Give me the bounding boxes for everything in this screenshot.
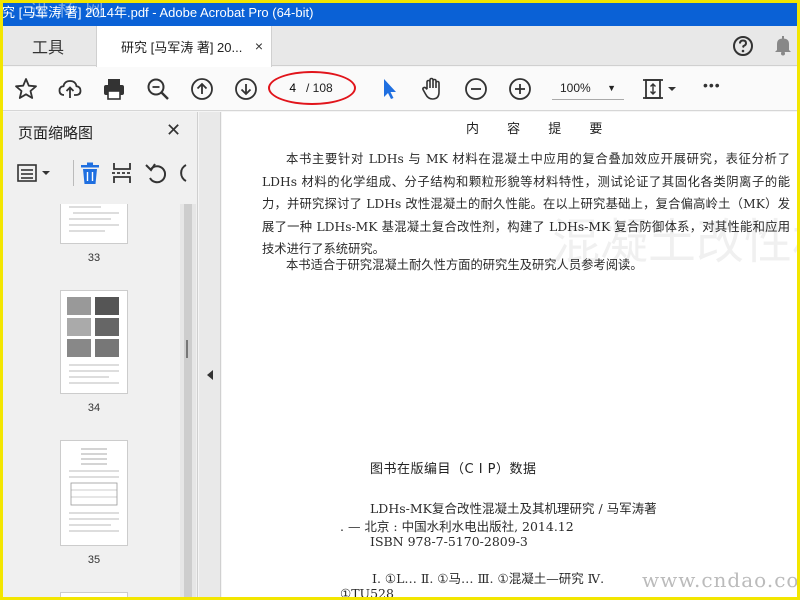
page-thumbnail[interactable]: [60, 204, 128, 244]
thumbnail-label: 35: [87, 554, 101, 566]
zoom-select[interactable]: 100% ▼: [552, 78, 624, 100]
hand-icon[interactable]: [420, 77, 444, 101]
audience-paragraph: 本书适合于研究混凝土耐久性方面的研究生及研究人员参考阅读。: [286, 258, 643, 272]
rotate-ccw-icon[interactable]: [144, 161, 168, 185]
bell-icon[interactable]: [772, 34, 794, 56]
thumbnail-list: 33 34 35: [0, 204, 180, 600]
tab-document[interactable]: 研究 [马军涛 著] 20... ×: [96, 26, 272, 67]
thumbnail-label: 33: [87, 252, 101, 264]
tab-bar: 工具 研究 [马军涛 著] 20... ×: [0, 26, 800, 67]
page-thumbnail[interactable]: [60, 440, 128, 546]
thumbnail-label: 34: [87, 402, 101, 414]
insert-page-icon[interactable]: [110, 161, 134, 185]
star-icon[interactable]: [14, 77, 38, 101]
cip-line: ①TU528: [340, 586, 394, 600]
collapse-panel-icon[interactable]: [207, 370, 213, 380]
zoom-search-icon[interactable]: [146, 77, 170, 101]
delete-icon[interactable]: [78, 161, 102, 185]
scrollbar-handle[interactable]: [184, 204, 192, 600]
toolbar: / 108 100% ▼ •••: [0, 67, 800, 111]
tab-tools-label: 工具: [31, 40, 64, 57]
cip-line: Ⅰ. ①L… Ⅱ. ①马… Ⅲ. ①混凝土—研究 Ⅳ.: [372, 571, 605, 586]
printer-icon[interactable]: [102, 77, 126, 101]
summary-paragraph: 本书主要针对 LDHs 与 MK 材料在混凝土中应用的复合叠加效应开展研究，表征…: [262, 152, 790, 256]
thumbnail-toolbar: [10, 156, 196, 190]
rotate-cw-icon[interactable]: [174, 161, 188, 185]
document-heading: 内 容 提 要: [466, 122, 615, 137]
document-page: 混凝土改性机理 内 容 提 要 本书主要针对 LDHs 与 MK 材料在混凝土中…: [222, 112, 800, 600]
select-cursor-icon[interactable]: [378, 77, 402, 101]
cloud-upload-icon[interactable]: [58, 77, 82, 101]
fit-page-icon[interactable]: [642, 77, 678, 101]
toolbar-divider: [73, 160, 74, 186]
zoom-out-icon[interactable]: [464, 77, 488, 101]
cip-title: 图书在版编目（C I P）数据: [370, 462, 537, 477]
window-title-bar: 究 [马军涛 著] 2014年.pdf - Adobe Acrobat Pro …: [0, 0, 800, 26]
page-down-icon[interactable]: [234, 77, 258, 101]
thumbnail-scrollbar[interactable]: [180, 204, 196, 600]
panel-splitter[interactable]: [186, 112, 221, 600]
close-panel-icon[interactable]: ✕: [166, 120, 181, 141]
watermark-top: 迅 杯 网: [30, 0, 106, 21]
zoom-in-icon[interactable]: [508, 77, 532, 101]
tab-document-label: 研究 [马军涛 著] 20...: [121, 40, 243, 55]
close-tab-icon[interactable]: ×: [255, 38, 263, 54]
options-menu-icon[interactable]: [16, 161, 54, 185]
help-icon[interactable]: [732, 35, 754, 57]
watermark-bottom: www.cndao.com: [642, 568, 800, 592]
cip-line: LDHs-MK复合改性混凝土及其机理研究 / 马军涛著: [370, 501, 657, 516]
more-icon[interactable]: •••: [703, 77, 721, 93]
tab-tools[interactable]: 工具: [0, 26, 96, 66]
zoom-value: 100%: [560, 81, 591, 95]
chevron-down-icon: ▼: [607, 83, 616, 93]
cip-line: ISBN 978-7-5170-2809-3: [370, 534, 528, 549]
page-thumbnails-panel: 页面缩略图 ✕ 33 34 35: [0, 112, 198, 600]
page-up-icon[interactable]: [190, 77, 214, 101]
highlight-ellipse: [268, 71, 356, 105]
splitter-grip[interactable]: [186, 340, 188, 358]
cip-line: . — 北京 : 中国水利水电出版社, 2014.12: [340, 519, 574, 534]
page-thumbnail[interactable]: [60, 290, 128, 394]
page-thumbnail[interactable]: [60, 592, 128, 600]
panel-title: 页面缩略图: [18, 125, 94, 142]
